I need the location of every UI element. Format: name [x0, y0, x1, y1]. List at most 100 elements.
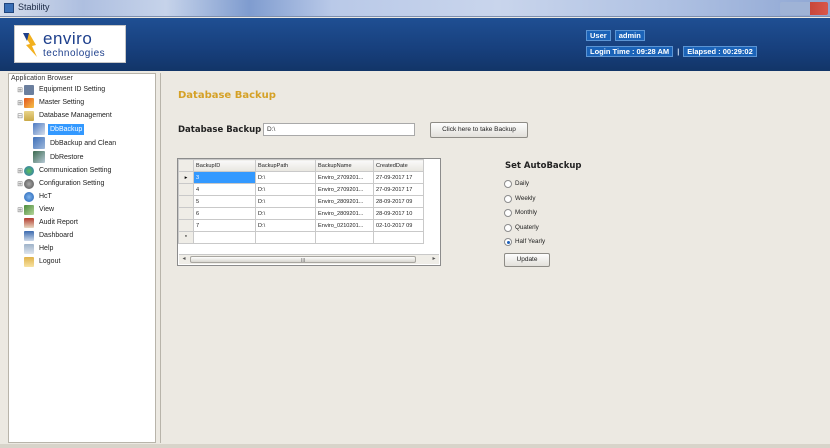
scroll-right-icon[interactable]: ▸	[429, 255, 439, 264]
user-label: User	[586, 30, 611, 41]
expand-icon[interactable]: ⊞	[16, 167, 24, 175]
table-cell[interactable]: Enviro_0210201...	[315, 219, 374, 232]
update-button[interactable]: Update	[504, 253, 550, 267]
bottom-border	[0, 444, 830, 448]
equipment-icon	[24, 84, 34, 95]
table-cell[interactable]: Enviro_2709201...	[315, 183, 374, 196]
tree-item-help[interactable]: Help	[9, 242, 155, 255]
table-cell[interactable]	[315, 231, 374, 244]
tree-item-configuration-setting[interactable]: ⊞ Configuration Setting	[9, 177, 155, 190]
radio-monthly[interactable]: Monthly	[504, 207, 537, 218]
table-cell[interactable]: D:\	[255, 171, 316, 184]
table-cell[interactable]: 28-09-2017 09	[373, 195, 424, 208]
column-header-backuppath[interactable]: BackupPath	[255, 159, 316, 172]
tree-item-audit-report[interactable]: Audit Report	[9, 216, 155, 229]
row-header	[178, 219, 194, 232]
radio-icon[interactable]	[504, 223, 512, 232]
tree-item-view[interactable]: ⊞ View	[9, 203, 155, 216]
new-table-row[interactable]: *	[178, 231, 424, 244]
logo-bolt-icon	[23, 33, 37, 57]
radio-quaterly[interactable]: Quaterly	[504, 222, 539, 233]
database-backup-label: Database Backup	[178, 125, 262, 135]
window-controls[interactable]	[780, 2, 828, 15]
table-cell[interactable]: 6	[193, 207, 256, 220]
tree-item-database-management[interactable]: ⊟ Database Management	[9, 109, 155, 122]
radio-selected-icon[interactable]	[504, 237, 512, 246]
table-cell[interactable]: 28-09-2017 10	[373, 207, 424, 220]
row-header	[178, 183, 194, 196]
table-cell[interactable]: Enviro_2809201...	[315, 207, 374, 220]
main-content: Database Backup Database Backup Click he…	[160, 73, 830, 443]
radio-weekly[interactable]: Weekly	[504, 193, 536, 204]
backup-grid[interactable]: BackupID BackupPath BackupName CreatedDa…	[177, 158, 441, 266]
scroll-left-icon[interactable]: ◂	[179, 255, 189, 264]
table-cell[interactable]: 02-10-2017 09	[373, 219, 424, 232]
table-cell[interactable]: 5	[193, 195, 256, 208]
database-icon	[24, 110, 34, 121]
dashboard-icon	[24, 230, 34, 241]
tree-item-communication-setting[interactable]: ⊞ Communication Setting	[9, 164, 155, 177]
header-banner: enviro technologies User admin Login Tim…	[0, 18, 830, 71]
table-cell[interactable]: D:\	[255, 219, 316, 232]
radio-icon[interactable]	[504, 179, 512, 188]
row-header-corner	[178, 159, 194, 172]
table-cell[interactable]: D:\	[255, 183, 316, 196]
table-cell[interactable]: Enviro_2809201...	[315, 195, 374, 208]
table-row[interactable]: 6 D:\ Enviro_2809201... 28-09-2017 10	[178, 207, 424, 220]
column-header-createddate[interactable]: CreatedDate	[373, 159, 424, 172]
expand-icon[interactable]: ⊞	[16, 180, 24, 188]
tree-item-dashboard[interactable]: Dashboard	[9, 229, 155, 242]
table-row[interactable]: ▸ 3 D:\ Enviro_2709201... 27-09-2017 17	[178, 171, 424, 184]
tree-item-dbbackup[interactable]: DbBackup	[9, 122, 155, 136]
table-cell[interactable]	[193, 231, 256, 244]
column-header-backupid[interactable]: BackupID	[193, 159, 256, 172]
master-setting-icon	[24, 97, 34, 108]
expand-icon[interactable]: ⊞	[16, 206, 24, 214]
tree-item-dbrestore[interactable]: DbRestore	[9, 150, 155, 164]
table-cell[interactable]: 7	[193, 219, 256, 232]
scrollbar-thumb[interactable]: III	[190, 256, 416, 264]
tree-item-dbbackup-and-clean[interactable]: DbBackup and Clean	[9, 136, 155, 150]
radio-icon[interactable]	[504, 208, 512, 217]
hct-icon	[24, 191, 34, 202]
table-row[interactable]: 7 D:\ Enviro_0210201... 02-10-2017 09	[178, 219, 424, 232]
column-header-backupname[interactable]: BackupName	[315, 159, 374, 172]
collapse-icon[interactable]: ⊟	[16, 112, 24, 120]
view-icon	[24, 204, 34, 215]
tree-item-logout[interactable]: Logout	[9, 255, 155, 268]
session-separator: |	[677, 47, 680, 56]
table-cell[interactable]: 27-09-2017 17	[373, 183, 424, 196]
tree-item-hct[interactable]: HcT	[9, 190, 155, 203]
radio-daily[interactable]: Daily	[504, 178, 529, 189]
table-cell[interactable]: D:\	[255, 195, 316, 208]
table-cell[interactable]: 3	[193, 171, 256, 184]
table-cell[interactable]	[373, 231, 424, 244]
table-row[interactable]: 4 D:\ Enviro_2709201... 27-09-2017 17	[178, 183, 424, 196]
table-cell[interactable]: D:\	[255, 207, 316, 220]
table-cell[interactable]: 27-09-2017 17	[373, 171, 424, 184]
help-icon	[24, 243, 34, 254]
tree-item-master-setting[interactable]: ⊞ Master Setting	[9, 96, 155, 109]
page-title: Database Backup	[178, 90, 276, 101]
database-path-input[interactable]	[263, 123, 415, 136]
app-icon	[4, 3, 14, 13]
expand-icon[interactable]: ⊞	[16, 86, 24, 94]
application-browser: Application Browser ⊞ Equipment ID Setti…	[8, 73, 156, 443]
backup-table: BackupID BackupPath BackupName CreatedDa…	[178, 159, 424, 244]
radio-half-yearly[interactable]: Half Yearly	[504, 236, 545, 247]
navigation-tree: ⊞ Equipment ID Setting ⊞ Master Setting …	[9, 83, 155, 268]
table-cell[interactable]: Enviro_2709201...	[315, 171, 374, 184]
audit-report-icon	[24, 217, 34, 228]
table-cell[interactable]	[255, 231, 316, 244]
session-info: Login Time : 09:28 AM | Elapsed : 00:29:…	[586, 46, 757, 57]
table-cell[interactable]: 4	[193, 183, 256, 196]
table-row[interactable]: 5 D:\ Enviro_2809201... 28-09-2017 09	[178, 195, 424, 208]
expand-icon[interactable]: ⊞	[16, 99, 24, 107]
tree-item-equipment-id-setting[interactable]: ⊞ Equipment ID Setting	[9, 83, 155, 96]
radio-icon[interactable]	[504, 194, 512, 203]
take-backup-button[interactable]: Click here to take Backup	[430, 122, 528, 138]
horizontal-scrollbar[interactable]: ◂ III ▸	[179, 254, 439, 264]
title-bar: Stability	[0, 0, 830, 17]
communication-icon	[24, 165, 34, 176]
db-clean-icon	[33, 137, 45, 149]
